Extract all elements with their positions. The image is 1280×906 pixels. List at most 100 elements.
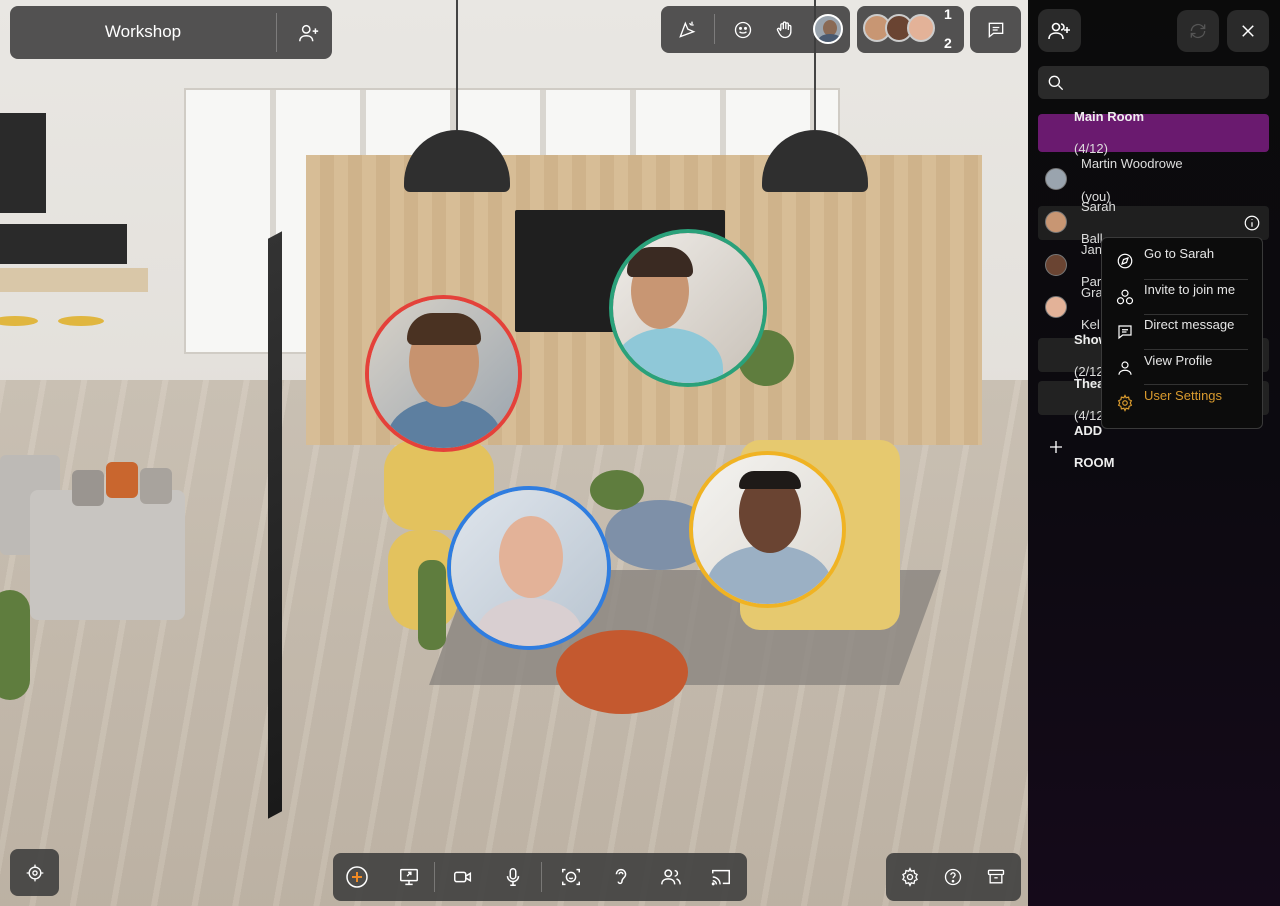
plus-icon [1050, 441, 1062, 453]
archive-icon [987, 869, 1005, 884]
participant-count-b: 2 [944, 35, 952, 51]
menu-item-label: Invite to join me [1144, 282, 1236, 297]
more-options-button[interactable] [1241, 212, 1263, 234]
target-icon [26, 864, 43, 881]
menu-item-label: User Settings [1144, 388, 1223, 403]
user-avatar [1045, 211, 1067, 233]
participant-avatar-red[interactable] [365, 295, 522, 452]
screen-share-icon [400, 868, 418, 886]
search-icon [1048, 75, 1064, 91]
invite-user-button[interactable] [286, 12, 332, 53]
participant-avatar-blue[interactable] [447, 486, 611, 650]
user-context-menu: Go to Sarah Invite to join me Direct mes… [1101, 237, 1263, 429]
help-icon [944, 868, 962, 886]
emoji-button[interactable] [723, 10, 763, 50]
user-name[interactable]: Kel [1081, 317, 1100, 332]
room-count: (4/12) [1074, 141, 1108, 156]
add-people-button[interactable] [1038, 9, 1081, 52]
search-box[interactable] [1038, 66, 1269, 101]
self-avatar[interactable] [813, 14, 843, 44]
help-button[interactable] [933, 857, 973, 897]
office-scene[interactable] [0, 0, 1028, 906]
smile-icon [734, 21, 752, 39]
monitor [0, 224, 64, 264]
cursor-wave-icon [679, 21, 696, 38]
user-row-selected[interactable] [1038, 206, 1269, 240]
microphone-button[interactable] [493, 857, 533, 897]
wave-button[interactable] [667, 10, 707, 50]
refresh-icon [1190, 23, 1206, 39]
add-room-label[interactable]: ADD [1074, 423, 1102, 438]
media-toolbar [333, 853, 747, 901]
search-input[interactable] [1072, 66, 1266, 101]
archive-button[interactable] [976, 857, 1016, 897]
refresh-button[interactable] [1177, 10, 1219, 52]
cast-button[interactable] [701, 857, 741, 897]
recenter-button[interactable] [10, 849, 59, 896]
room-title-bar: Workshop [10, 6, 332, 59]
menu-item-profile[interactable]: View Profile [1102, 345, 1262, 385]
participant-avatar-yellow[interactable] [689, 451, 846, 608]
plus-circle-icon [346, 866, 368, 888]
room-name: Thea [1074, 376, 1105, 391]
pillow [140, 468, 172, 504]
chat-icon [988, 22, 1003, 38]
room-count: (4/12 [1074, 408, 1104, 423]
face-scan-icon [562, 868, 580, 886]
user-name[interactable]: Gra [1081, 285, 1103, 300]
plant [0, 590, 30, 700]
desk [0, 268, 148, 292]
screen-share-button[interactable] [389, 857, 429, 897]
add-room-button[interactable] [1045, 436, 1067, 458]
menu-item-go-to[interactable]: Go to Sarah [1102, 238, 1262, 278]
close-sidebar-button[interactable] [1227, 10, 1269, 52]
room-name: Main Room [1074, 109, 1145, 124]
settings-button[interactable] [890, 857, 930, 897]
navigate-icon [1117, 253, 1133, 269]
stool [58, 316, 104, 326]
user-avatar [1045, 168, 1067, 190]
invite-icon [1116, 289, 1134, 305]
gear-icon [902, 867, 918, 887]
chat-button[interactable] [970, 6, 1021, 53]
participant-thumb [907, 14, 935, 42]
menu-item-label: Go to Sarah [1144, 246, 1215, 261]
user-name[interactable]: Sarah [1081, 199, 1116, 214]
recenter-inner[interactable] [10, 849, 59, 896]
message-icon [1118, 325, 1132, 340]
more-icon [1244, 215, 1260, 231]
top-toolbar [661, 6, 850, 53]
user-name[interactable]: Jan [1081, 242, 1102, 257]
menu-item-invite[interactable]: Invite to join me [1102, 274, 1262, 314]
participant-avatar-green[interactable] [609, 229, 767, 387]
menu-item-user-settings[interactable]: User Settings [1102, 380, 1262, 424]
face-effects-button[interactable] [551, 857, 591, 897]
plant [418, 560, 446, 650]
divider [276, 13, 277, 52]
menu-item-label: Direct message [1144, 317, 1235, 332]
people-button[interactable] [651, 857, 691, 897]
users-icon [661, 869, 681, 885]
stool [0, 316, 38, 326]
hand-icon [776, 21, 792, 39]
add-user-icon [299, 24, 319, 41]
monitor [63, 224, 127, 264]
gear-icon [1117, 394, 1133, 412]
glass-partition [268, 231, 282, 819]
add-button[interactable] [337, 857, 377, 897]
pillow [106, 462, 138, 498]
raise-hand-button[interactable] [765, 10, 805, 50]
room-main[interactable] [1038, 114, 1269, 152]
ear-icon [615, 869, 627, 885]
user-name[interactable]: Martin Woodrowe [1081, 156, 1183, 171]
profile-icon [1118, 361, 1132, 375]
close-icon [1242, 25, 1254, 37]
chat-button-inner[interactable] [970, 6, 1021, 53]
pillow [72, 470, 104, 506]
microphone-icon [506, 868, 520, 886]
menu-item-message[interactable]: Direct message [1102, 309, 1262, 349]
add-room-label[interactable]: ROOM [1074, 455, 1114, 470]
participants-summary[interactable]: 1 2 [857, 6, 964, 53]
hearing-button[interactable] [601, 857, 641, 897]
camera-button[interactable] [443, 857, 483, 897]
